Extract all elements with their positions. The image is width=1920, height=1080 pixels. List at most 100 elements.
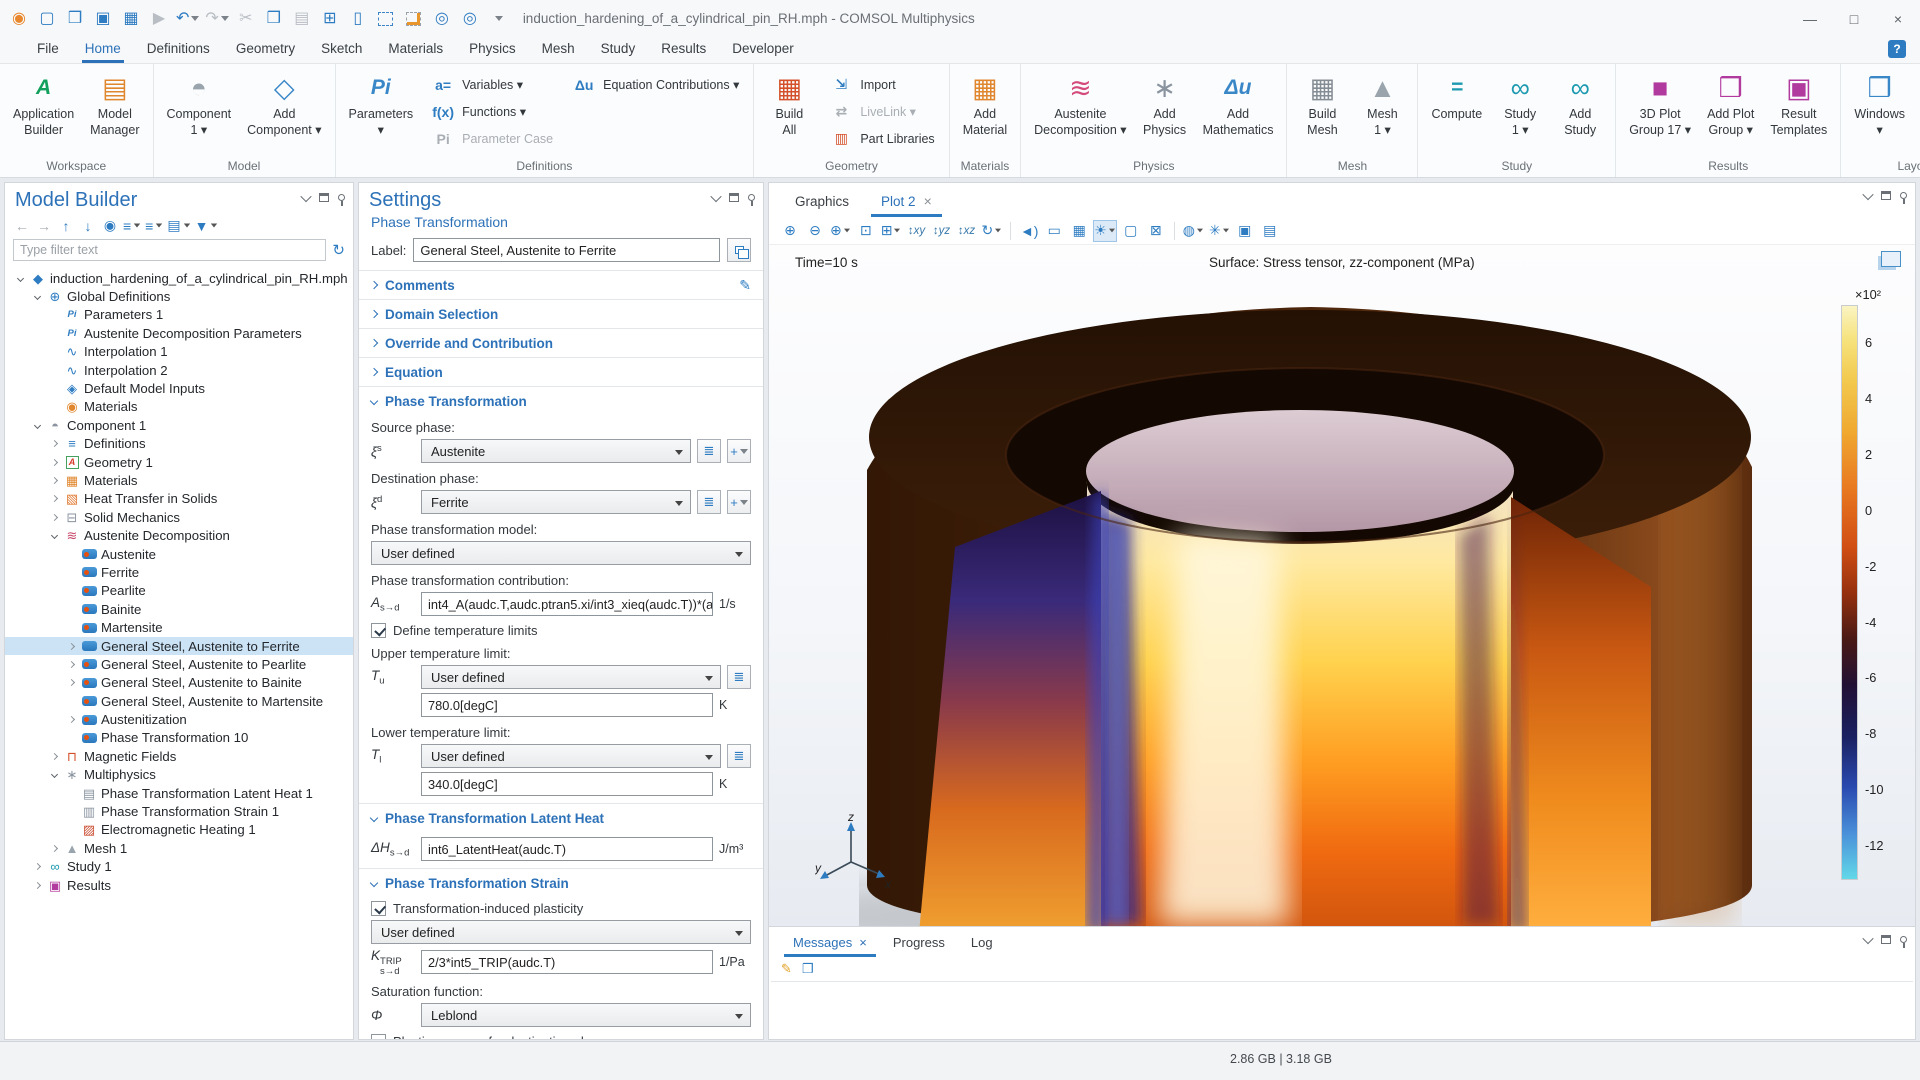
plot-area[interactable]: Time=10 s Surface: Stress tensor, zz-com… (769, 245, 1915, 926)
duplicate-button[interactable]: ⊞ (319, 7, 341, 31)
tree-item[interactable]: General Steel, Austenite to Bainite (5, 674, 353, 692)
latent-heat-input[interactable]: int6_LatentHeat(audc.T) (421, 837, 713, 861)
tree-item[interactable]: ◉Materials (5, 398, 353, 416)
variables-item[interactable]: a=Variables ▾ (422, 71, 561, 98)
menu-sketch[interactable]: Sketch (308, 41, 375, 63)
expand-icon[interactable] (64, 717, 79, 722)
tree-item[interactable]: ⊓Magnetic Fields (5, 747, 353, 765)
tip-checkbox[interactable] (371, 901, 386, 916)
rotate-button[interactable]: ↻ (980, 220, 1003, 242)
cut-button[interactable]: ✂ (235, 7, 257, 31)
upper-limit-input[interactable]: 780.0[degC] (421, 693, 713, 717)
view-yz-button[interactable]: ↕yz (930, 220, 952, 242)
study-1-button[interactable]: ∞Study 1 ▾ (1491, 68, 1549, 141)
livelink-item[interactable]: ⇄LiveLink ▾ (820, 98, 942, 125)
undo-button[interactable]: ↶ (176, 7, 199, 31)
add-plot-group-button[interactable]: ❒Add Plot Group ▾ (1700, 68, 1761, 141)
reset-desktop-button[interactable]: ↻Reset Desktop ▾ (1914, 68, 1920, 141)
tree-item[interactable]: Pearlite (5, 582, 353, 600)
copy-button[interactable]: ❒ (263, 7, 285, 31)
filter-button[interactable]: ▼ (195, 218, 219, 234)
expand-icon[interactable] (47, 515, 62, 520)
panel-menu-icon[interactable] (1862, 932, 1873, 943)
insert-reference-button[interactable]: ≣ (727, 744, 751, 768)
plot-settings-button[interactable]: ◍ (1182, 220, 1205, 242)
tree-item[interactable]: ▲Mesh 1 (5, 839, 353, 857)
print-button[interactable]: ▤ (1259, 220, 1281, 242)
panel-pin-icon[interactable] (338, 194, 345, 201)
add-study-button[interactable]: ∞Add Study (1551, 68, 1609, 141)
comsol-logo-button[interactable]: ◉ (8, 7, 30, 31)
view-layers-icon[interactable] (1881, 251, 1901, 267)
insert-reference-button[interactable]: ≣ (697, 490, 721, 514)
menu-physics[interactable]: Physics (456, 41, 529, 63)
panel-float-icon[interactable] (729, 193, 739, 202)
windows-button[interactable]: ❒Windows ▾ (1847, 68, 1912, 141)
tree-item[interactable]: ≡Definitions (5, 435, 353, 453)
select-box-button[interactable] (375, 7, 397, 31)
source-phase-select[interactable]: Austenite (421, 439, 691, 463)
menu-mesh[interactable]: Mesh (529, 41, 588, 63)
tree-item[interactable]: ∿Interpolation 2 (5, 361, 353, 379)
clear-selection-button[interactable] (403, 7, 425, 31)
zoom-out-button[interactable]: ⊖ (804, 220, 826, 242)
tree-item[interactable]: Ferrite (5, 563, 353, 581)
parameters-button[interactable]: PiParameters ▾ (342, 68, 421, 141)
maximize-button[interactable]: □ (1832, 0, 1876, 37)
expand-icon[interactable] (47, 496, 62, 501)
section-latent-heat[interactable]: Phase Transformation Latent Heat (359, 803, 763, 832)
close-tab-icon[interactable]: × (924, 193, 932, 209)
panel-float-icon[interactable] (319, 193, 329, 202)
panel-pin-icon[interactable] (1900, 192, 1907, 199)
tree-item[interactable]: ≋Austenite Decomposition (5, 526, 353, 544)
move-down-button[interactable]: ↓ (79, 218, 97, 234)
tab-log[interactable]: Log (959, 930, 1005, 957)
tree-item[interactable]: ⊕Global Definitions (5, 287, 353, 305)
section-strain[interactable]: Phase Transformation Strain (359, 868, 763, 897)
build-mesh-button[interactable]: ▦Build Mesh (1293, 68, 1351, 141)
sound-button[interactable]: ◄) (1018, 220, 1040, 242)
find-in-model-button[interactable]: ◎ (459, 7, 481, 31)
qat-overflow-button[interactable] (487, 7, 509, 31)
run-button[interactable]: ▶ (148, 7, 170, 31)
menu-geometry[interactable]: Geometry (223, 41, 308, 63)
forward-button[interactable]: → (35, 218, 53, 234)
view-xy-button[interactable]: ↕xy (905, 220, 927, 242)
add-phase-button[interactable]: + (727, 439, 751, 463)
tree-item[interactable]: ▤Phase Transformation Latent Heat 1 (5, 784, 353, 802)
section-override[interactable]: Override and Contribution (359, 328, 763, 357)
expand-icon[interactable] (30, 883, 45, 888)
model-tree-node-text-button[interactable]: ▤ (167, 217, 190, 234)
delete-button[interactable]: ▯ (347, 7, 369, 31)
expand-all-button[interactable]: ≡ (123, 218, 141, 234)
open-file-button[interactable]: ❒ (64, 7, 86, 31)
tree-item[interactable]: Austenite (5, 545, 353, 563)
camera-button[interactable]: ▣ (1234, 220, 1256, 242)
lower-limit-input[interactable]: 340.0[degC] (421, 772, 713, 796)
model-manager-button[interactable]: ▤Model Manager (83, 68, 146, 141)
panel-pin-icon[interactable] (1900, 936, 1907, 943)
save-button[interactable]: ▣ (92, 7, 114, 31)
collapse-icon[interactable] (30, 423, 45, 428)
destination-phase-select[interactable]: Ferrite (421, 490, 691, 514)
tree-item[interactable]: Bainite (5, 600, 353, 618)
menu-results[interactable]: Results (648, 41, 719, 63)
tab-messages[interactable]: Messages× (781, 930, 879, 957)
menu-file[interactable]: File (24, 41, 72, 63)
menu-study[interactable]: Study (588, 41, 649, 63)
tree-item[interactable]: ⊟Solid Mechanics (5, 508, 353, 526)
open-in-window-button[interactable]: ❒ (802, 961, 814, 977)
collapse-all-button[interactable]: ≡ (145, 218, 163, 234)
section-equation[interactable]: Equation (359, 357, 763, 386)
add-phase-button[interactable]: + (727, 490, 751, 514)
tip-model-select[interactable]: User defined (371, 920, 751, 944)
collapse-icon[interactable] (47, 533, 62, 538)
add-physics-button[interactable]: ∗Add Physics (1136, 68, 1194, 141)
tree-item[interactable]: ▨Electromagnetic Heating 1 (5, 821, 353, 839)
help-button[interactable]: ? (1888, 40, 1906, 58)
zoom-in-button[interactable]: ⊕ (779, 220, 801, 242)
tree-item[interactable]: Phase Transformation 10 (5, 729, 353, 747)
menu-materials[interactable]: Materials (375, 41, 456, 63)
tree-item[interactable]: ◓Component 1 (5, 416, 353, 434)
find-button[interactable]: ◎ (431, 7, 453, 31)
